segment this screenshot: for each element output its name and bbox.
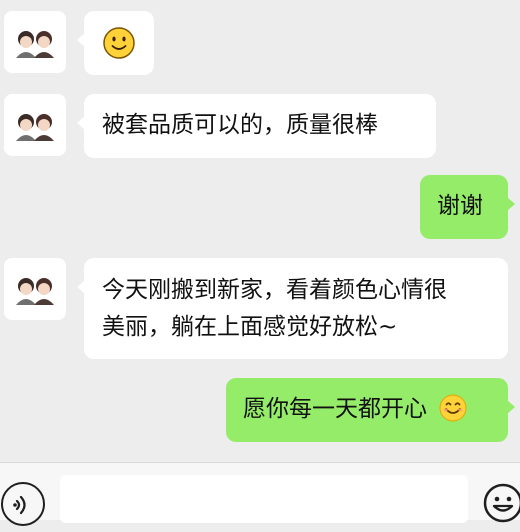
message-bubble-incoming[interactable]: 被套品质可以的，质量很棒 — [77, 94, 436, 158]
message-input[interactable] — [60, 475, 468, 523]
contact-avatar[interactable] — [4, 94, 66, 156]
message-text: 谢谢 — [437, 193, 483, 219]
message-bubble-outgoing[interactable]: 愿你每一天都开心 — [226, 378, 515, 442]
message-text: 愿你每一天都开心 — [243, 396, 427, 422]
couple-avatar-icon — [16, 31, 54, 58]
emoji-icon — [483, 483, 520, 523]
voice-button[interactable] — [1, 482, 45, 526]
smiling-face-icon — [439, 394, 467, 422]
input-bar — [0, 462, 520, 526]
contact-avatar[interactable] — [4, 258, 66, 320]
emoji-button[interactable] — [482, 482, 520, 526]
couple-avatar-icon — [16, 278, 54, 305]
message-bubble-incoming[interactable]: 今天刚搬到新家，看着颜色心情很 美丽，躺在上面感觉好放松~ — [77, 258, 508, 359]
voice-icon — [13, 495, 26, 515]
couple-avatar-icon — [16, 114, 54, 141]
slightly-smiling-face-icon — [103, 27, 135, 59]
message-text-line: 今天刚搬到新家，看着颜色心情很 — [102, 277, 447, 303]
message-text: 被套品质可以的，质量很棒 — [102, 112, 378, 138]
message-bubble-incoming[interactable] — [77, 11, 154, 75]
chat-history: 被套品质可以的，质量很棒 谢谢 今天刚搬到新家，看着颜色心情很 美丽，躺在上面感… — [0, 0, 520, 462]
message-bubble-outgoing[interactable]: 谢谢 — [420, 175, 515, 239]
message-text-line: 美丽，躺在上面感觉好放松~ — [102, 314, 398, 340]
contact-avatar[interactable] — [4, 11, 66, 73]
